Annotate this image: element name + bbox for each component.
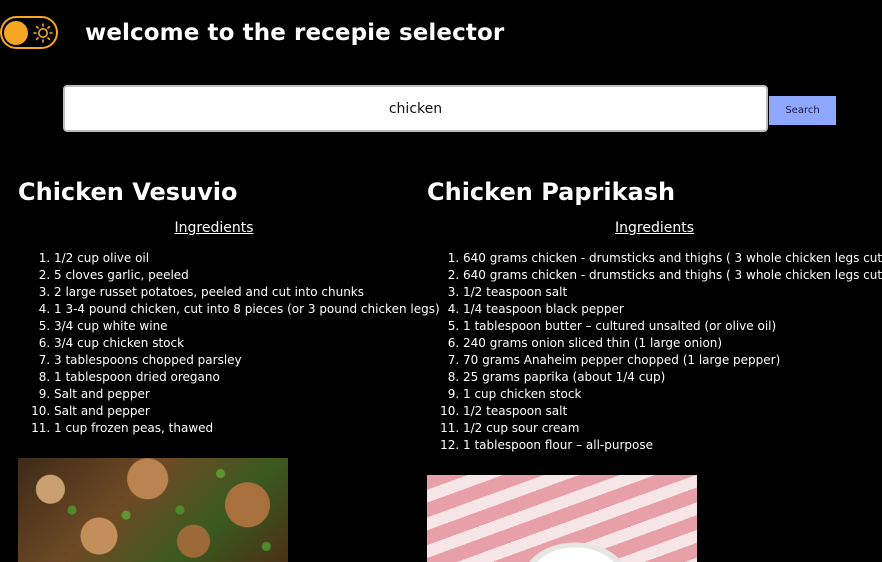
ingredient-item: 1/2 teaspoon salt [463, 403, 882, 420]
ingredient-item: 1/2 cup sour cream [463, 420, 882, 437]
ingredient-item: 1 tablespoon dried oregano [54, 369, 410, 386]
recipe-title: Chicken Paprikash [427, 178, 676, 206]
ingredients-list: 1/2 cup olive oil 5 cloves garlic, peele… [18, 250, 440, 437]
sun-icon [33, 23, 53, 43]
ingredient-item: 5 cloves garlic, peeled [54, 267, 410, 284]
ingredients-heading: Ingredients [615, 220, 694, 236]
ingredients-list: 640 grams chicken - drumsticks and thigh… [427, 250, 882, 454]
ingredient-item: 1 cup chicken stock [463, 386, 882, 403]
recipe-image [18, 458, 288, 562]
ingredient-item: 1/4 teaspoon black pepper [463, 301, 882, 318]
recipe-title: Chicken Vesuvio [18, 178, 238, 206]
search-input[interactable] [65, 87, 766, 130]
recipe-card: Chicken Vesuvio Ingredients 1/2 cup oliv… [18, 178, 440, 437]
search-field[interactable] [62, 84, 769, 133]
ingredient-item: 240 grams onion sliced thin (1 large oni… [463, 335, 882, 352]
ingredient-item: 1 3-4 pound chicken, cut into 8 pieces (… [54, 301, 440, 318]
ingredient-item: Salt and pepper [54, 403, 410, 420]
theme-toggle[interactable] [0, 16, 58, 49]
ingredient-item: 640 grams chicken - drumsticks and thigh… [463, 250, 882, 267]
ingredient-item: 70 grams Anaheim pepper chopped (1 large… [463, 352, 882, 369]
ingredient-item: 2 large russet potatoes, peeled and cut … [54, 284, 410, 301]
page-title: welcome to the recepie selector [85, 20, 505, 46]
recipe-image [427, 475, 697, 562]
ingredient-item: 1/2 teaspoon salt [463, 284, 882, 301]
ingredient-item: 1 tablespoon butter – cultured unsalted … [463, 318, 882, 335]
ingredients-heading: Ingredients [174, 220, 254, 236]
ingredient-item: 640 grams chicken - drumsticks and thigh… [463, 267, 882, 284]
ingredient-item: 1 cup frozen peas, thawed [54, 420, 410, 437]
toggle-knob [4, 21, 28, 45]
ingredient-item: 25 grams paprika (about 1/4 cup) [463, 369, 882, 386]
ingredient-item: 1/2 cup olive oil [54, 250, 410, 267]
ingredient-item: 1 tablespoon flour – all-purpose [463, 437, 882, 454]
search-button[interactable]: Search [769, 96, 836, 125]
ingredient-item: 3/4 cup chicken stock [54, 335, 410, 352]
ingredient-item: 3 tablespoons chopped parsley [54, 352, 410, 369]
recipe-card: Chicken Paprikash Ingredients 640 grams … [427, 178, 882, 454]
ingredient-item: 3/4 cup white wine [54, 318, 410, 335]
ingredient-item: Salt and pepper [54, 386, 410, 403]
